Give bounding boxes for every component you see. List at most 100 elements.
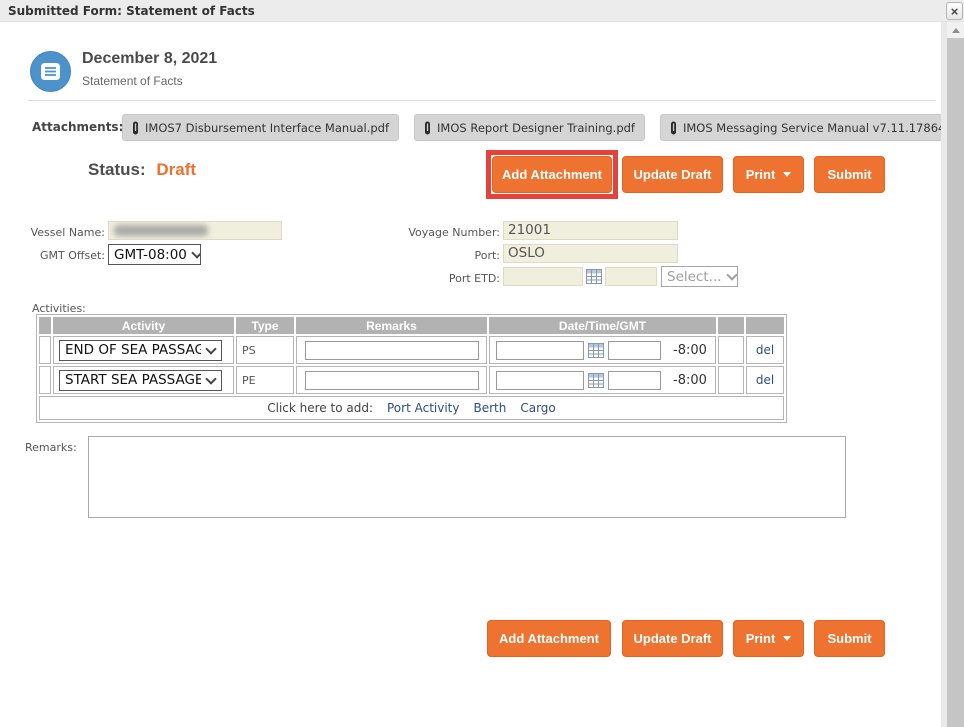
- scroll-up-button[interactable]: [947, 22, 964, 38]
- status-value: Draft: [156, 160, 196, 179]
- update-draft-label: Update Draft: [633, 167, 711, 182]
- row-handle-cell: [39, 336, 51, 364]
- chevron-down-icon: [205, 373, 216, 384]
- gmt-offset-value: -8:00: [673, 343, 707, 358]
- submit-label: Submit: [827, 631, 871, 646]
- voyage-number-field: 21001: [503, 221, 678, 240]
- header-divider: [28, 100, 936, 101]
- close-button[interactable]: ×: [946, 2, 963, 20]
- document-icon: [40, 62, 61, 81]
- add-cargo-link[interactable]: Cargo: [520, 401, 555, 415]
- datetime-cell: -8:00: [489, 366, 716, 394]
- close-icon: ×: [951, 4, 959, 19]
- add-attachment-button[interactable]: Add Attachment: [492, 156, 612, 193]
- delete-row-link[interactable]: del: [756, 343, 774, 357]
- add-berth-link[interactable]: Berth: [473, 401, 506, 415]
- paperclip-icon: [424, 121, 431, 135]
- chevron-down-icon: [191, 247, 201, 258]
- remarks-cell: [296, 366, 487, 394]
- time-input[interactable]: [608, 341, 661, 360]
- delete-row-link[interactable]: del: [756, 373, 774, 387]
- port-etd-select-placeholder: Select...: [667, 269, 722, 285]
- remarks-textarea[interactable]: [88, 436, 846, 518]
- activity-value: START SEA PASSAGE (S: [65, 372, 201, 388]
- column-header-blank: [718, 317, 744, 334]
- column-header-datetime: Date/Time/GMT: [489, 317, 716, 334]
- add-port-activity-link[interactable]: Port Activity: [387, 401, 459, 415]
- row-handle-cell: [39, 366, 51, 394]
- port-etd-label: Port ETD:: [300, 272, 500, 285]
- status-line: Status: Draft: [88, 160, 196, 180]
- activity-select[interactable]: END OF SEA PASSAGE: [59, 340, 222, 361]
- print-button[interactable]: Print: [733, 620, 804, 657]
- scrollbar-thumb[interactable]: [947, 38, 964, 727]
- submit-button[interactable]: Submit: [814, 156, 885, 193]
- status-label: Status:: [88, 160, 146, 179]
- update-draft-button[interactable]: Update Draft: [622, 620, 723, 657]
- attachment-filename: IMOS Messaging Service Manual v7.11.1786…: [683, 121, 964, 135]
- add-attachment-label: Add Attachment: [502, 167, 602, 182]
- caret-down-icon: [783, 172, 791, 177]
- gmt-offset-select[interactable]: GMT-08:00: [108, 244, 201, 265]
- attachment-chip[interactable]: IMOS Messaging Service Manual v7.11.1786…: [660, 114, 964, 141]
- vessel-name-field: [108, 221, 282, 240]
- submit-button[interactable]: Submit: [814, 620, 885, 657]
- port-etd-time-field[interactable]: [605, 267, 657, 286]
- blank-cell: [718, 366, 744, 394]
- delete-cell: del: [746, 336, 784, 364]
- datetime-cell: -8:00: [489, 336, 716, 364]
- form-subtitle: Statement of Facts: [82, 74, 183, 88]
- voyage-number-label: Voyage Number:: [300, 226, 500, 239]
- print-label: Print: [746, 631, 776, 646]
- vessel-name-label: Vessel Name:: [0, 226, 105, 239]
- chevron-down-icon: [205, 343, 216, 354]
- date-input[interactable]: [496, 371, 584, 390]
- remarks-label: Remarks:: [25, 441, 77, 454]
- form-document-icon: [30, 51, 71, 92]
- add-row-prefix: Click here to add:: [267, 401, 373, 415]
- remarks-cell: [296, 336, 487, 364]
- column-header-blank: [746, 317, 784, 334]
- gmt-offset-label: GMT Offset:: [0, 249, 105, 262]
- attachment-chip[interactable]: IMOS Report Designer Training.pdf: [414, 114, 645, 141]
- column-header-activity: Activity: [53, 317, 234, 334]
- vertical-scrollbar[interactable]: [947, 22, 964, 727]
- date-input[interactable]: [496, 341, 584, 360]
- port-etd-select[interactable]: Select...: [661, 266, 738, 287]
- print-button[interactable]: Print: [733, 156, 804, 193]
- submit-label: Submit: [827, 167, 871, 182]
- add-attachment-button[interactable]: Add Attachment: [487, 620, 611, 657]
- gmt-offset-value: GMT-08:00: [114, 247, 187, 263]
- chevron-down-icon: [726, 269, 737, 280]
- vessel-name-redacted-value: [114, 225, 208, 236]
- activities-table: Activity Type Remarks Date/Time/GMT END …: [36, 314, 787, 423]
- attachment-filename: IMOS Report Designer Training.pdf: [437, 121, 635, 135]
- submitted-form-dialog: Submitted Form: Statement of Facts × Dec…: [0, 0, 964, 727]
- attachment-filename: IMOS7 Disbursement Interface Manual.pdf: [145, 121, 389, 135]
- time-input[interactable]: [608, 371, 661, 390]
- column-header-blank: [39, 317, 51, 334]
- column-header-remarks: Remarks: [296, 317, 487, 334]
- update-draft-label: Update Draft: [633, 631, 711, 646]
- form-date-title: December 8, 2021: [82, 50, 217, 68]
- port-etd-date-field[interactable]: [503, 267, 583, 286]
- calendar-icon[interactable]: [588, 373, 604, 388]
- attachment-chip[interactable]: IMOS7 Disbursement Interface Manual.pdf: [122, 114, 399, 141]
- dialog-title: Submitted Form: Statement of Facts: [8, 0, 255, 22]
- update-draft-button[interactable]: Update Draft: [622, 156, 723, 193]
- activity-cell: END OF SEA PASSAGE: [53, 336, 234, 364]
- remarks-input[interactable]: [305, 371, 479, 390]
- calendar-icon[interactable]: [588, 343, 604, 358]
- remarks-input[interactable]: [305, 341, 479, 360]
- gmt-offset-value: -8:00: [673, 373, 707, 388]
- paperclip-icon: [670, 121, 677, 135]
- activity-cell: START SEA PASSAGE (S: [53, 366, 234, 394]
- calendar-icon[interactable]: [586, 269, 602, 284]
- activity-select[interactable]: START SEA PASSAGE (S: [59, 370, 222, 391]
- arrow-up-icon: [952, 28, 960, 33]
- dialog-titlebar: Submitted Form: Statement of Facts: [0, 0, 964, 22]
- delete-cell: del: [746, 366, 784, 394]
- column-header-type: Type: [236, 317, 294, 334]
- type-cell: PE: [236, 366, 294, 394]
- port-label: Port:: [300, 249, 500, 262]
